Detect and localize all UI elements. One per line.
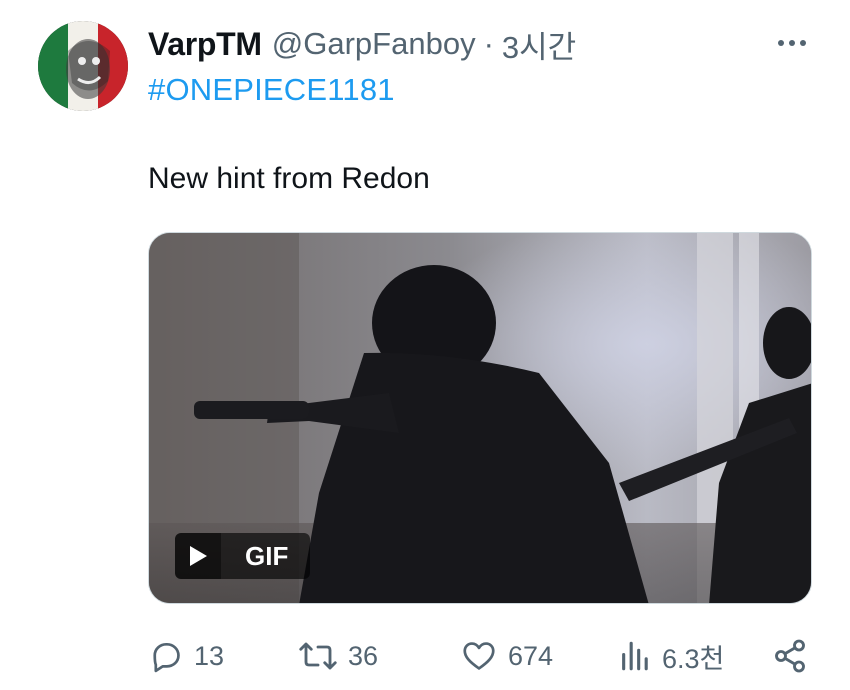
- action-bar: 13 36 674 6.3천: [148, 632, 814, 680]
- display-name[interactable]: VarpTM: [148, 26, 262, 63]
- timestamp[interactable]: 3시간: [502, 22, 576, 67]
- share-icon: [775, 639, 805, 673]
- gif-label: GIF: [221, 533, 311, 579]
- like-button[interactable]: 674: [460, 632, 553, 680]
- reply-count: 13: [194, 640, 225, 671]
- more-dot-icon: [778, 40, 784, 46]
- retweet-button[interactable]: 36: [298, 632, 378, 680]
- avatar[interactable]: [38, 21, 128, 111]
- user-handle[interactable]: @GarpFanboy: [272, 26, 476, 62]
- hashtag-link[interactable]: #ONEPIECE1181: [148, 72, 395, 108]
- more-dot-icon: [800, 40, 806, 46]
- share-button[interactable]: [772, 632, 808, 680]
- reply-button[interactable]: 13: [148, 632, 224, 680]
- gif-media[interactable]: GIF: [148, 232, 812, 604]
- views-count: 6.3천: [662, 643, 725, 674]
- views-icon: [622, 641, 648, 671]
- gif-badge[interactable]: GIF: [175, 533, 311, 579]
- tweet-text: New hint from Redon: [148, 162, 430, 195]
- more-dot-icon: [789, 40, 795, 46]
- reply-icon: [153, 642, 180, 673]
- retweet-count: 36: [348, 640, 379, 671]
- play-icon[interactable]: [175, 533, 221, 579]
- separator-dot: ·: [483, 26, 494, 61]
- tweet-header: VarpTM @GarpFanboy · 3시간: [148, 22, 576, 66]
- more-options-button[interactable]: [770, 30, 814, 56]
- views-button[interactable]: 6.3천: [618, 632, 724, 680]
- heart-icon: [463, 642, 495, 670]
- avatar-image: [38, 21, 128, 111]
- retweet-icon: [299, 642, 337, 670]
- like-count: 674: [508, 640, 554, 671]
